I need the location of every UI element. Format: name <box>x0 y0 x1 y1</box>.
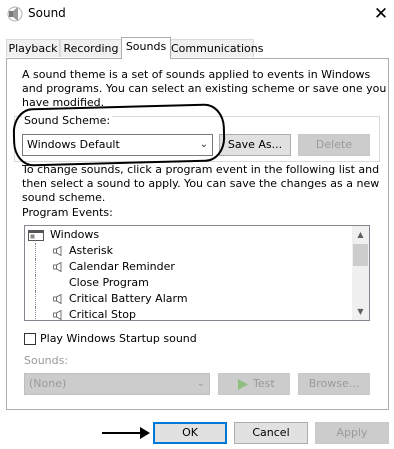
tree-line <box>35 259 50 275</box>
list-item-label: Critical Battery Alarm <box>69 292 188 305</box>
window-title: Sound <box>28 6 66 20</box>
list-item-label: Calendar Reminder <box>69 260 175 273</box>
speaker-icon <box>53 294 62 304</box>
browse-button[interactable]: Browse... <box>298 373 370 395</box>
list-item-label: Close Program <box>69 276 149 289</box>
sounds-select[interactable]: (None) ⌄ <box>24 373 210 395</box>
change-line: then select a sound to apply. You can sa… <box>22 177 380 190</box>
list-item-label: Critical Stop <box>69 308 136 321</box>
close-button[interactable]: ✕ <box>370 3 392 25</box>
chevron-down-icon: ⌄ <box>196 378 205 389</box>
startup-sound-checkbox[interactable] <box>24 333 36 345</box>
tab-playback[interactable]: Playback <box>6 39 60 57</box>
test-button[interactable]: Test <box>218 373 290 395</box>
intro-line: and programs. You can select an existing… <box>22 82 387 95</box>
change-line: sound scheme. <box>22 191 106 204</box>
startup-sound-label[interactable]: Play Windows Startup sound <box>40 332 197 346</box>
save-as-button[interactable]: Save As... <box>219 134 291 156</box>
play-icon <box>238 379 248 390</box>
tab-communications[interactable]: Communications <box>170 39 263 57</box>
list-item[interactable]: Asterisk <box>35 243 348 259</box>
delete-button[interactable]: Delete <box>298 134 370 156</box>
tree-line <box>35 243 50 259</box>
program-events-list[interactable]: Windows Asterisk Calendar Reminder Close… <box>24 225 370 321</box>
tree-line <box>35 275 50 291</box>
speaker-icon <box>7 6 23 22</box>
list-item[interactable]: Critical Stop <box>35 307 348 321</box>
scroll-up-icon[interactable]: ▲ <box>352 226 369 243</box>
tab-strip: Playback Recording Sounds Communications <box>6 37 390 59</box>
intro-line: A sound theme is a set of sounds applied… <box>22 68 371 81</box>
scroll-down-icon[interactable]: ▼ <box>352 303 369 320</box>
list-item-label: Asterisk <box>69 244 114 257</box>
speaker-icon <box>53 246 62 256</box>
arrow-head-annotation <box>140 427 150 439</box>
change-line: To change sounds, click a program event … <box>22 163 380 176</box>
speaker-icon <box>53 310 62 320</box>
sounds-value: (None) <box>29 377 67 390</box>
scroll-thumb[interactable] <box>353 244 368 266</box>
tab-sounds[interactable]: Sounds <box>121 37 171 59</box>
program-events-label: Program Events: <box>22 206 113 219</box>
sounds-label: Sounds: <box>24 354 69 367</box>
list-item[interactable]: Windows <box>28 227 348 243</box>
test-label: Test <box>253 377 275 390</box>
change-instructions: To change sounds, click a program event … <box>22 163 379 205</box>
list-scrollbar[interactable]: ▲ ▼ <box>352 226 369 320</box>
window-icon <box>28 230 44 241</box>
speaker-icon <box>53 262 62 272</box>
list-item[interactable]: Calendar Reminder <box>35 259 348 275</box>
apply-button[interactable]: Apply <box>315 422 389 444</box>
cancel-button[interactable]: Cancel <box>234 422 308 444</box>
tab-recording[interactable]: Recording <box>60 39 122 57</box>
circle-annotation <box>12 103 226 167</box>
tree-line <box>35 307 50 320</box>
list-item-label: Windows <box>50 228 100 241</box>
list-item[interactable]: Critical Battery Alarm <box>35 291 348 307</box>
ok-button[interactable]: OK <box>153 422 227 444</box>
tree-line <box>35 291 50 307</box>
list-item[interactable]: Close Program <box>35 275 348 291</box>
